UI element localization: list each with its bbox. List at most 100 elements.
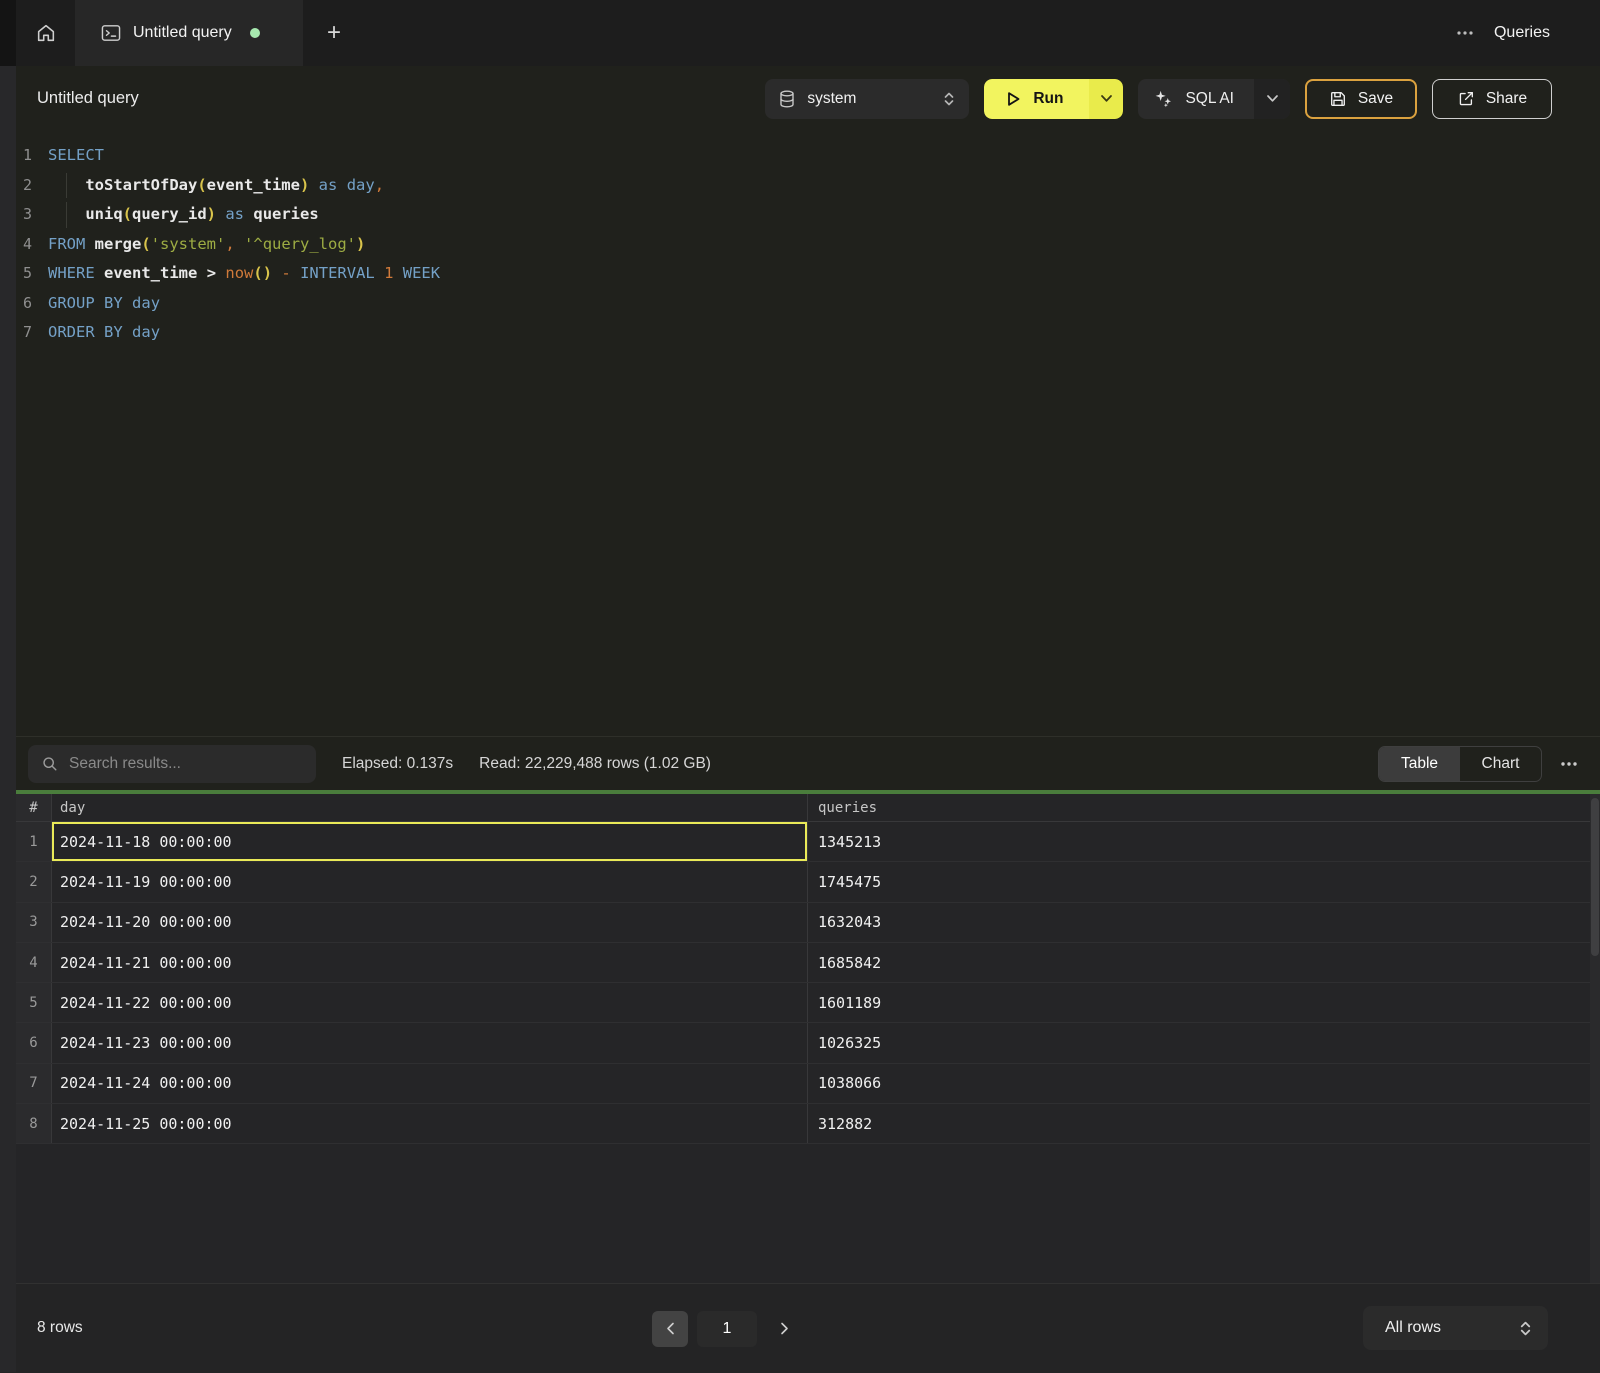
unsaved-changes-dot	[250, 28, 260, 38]
code-text: SELECT	[48, 141, 104, 171]
search-results-input[interactable]	[69, 755, 302, 773]
save-button-label: Save	[1358, 90, 1393, 108]
results-table: # day queries 12024-11-18 00:00:00134521…	[0, 794, 1600, 1283]
next-page-button[interactable]	[766, 1311, 802, 1347]
sql-ai-options-button[interactable]	[1254, 79, 1290, 119]
run-options-button[interactable]	[1089, 79, 1123, 119]
cell-queries[interactable]: 1685842	[808, 943, 1600, 982]
column-header-queries[interactable]: queries	[808, 794, 1600, 821]
page-title: Untitled query	[37, 89, 139, 108]
cell-queries[interactable]: 1345213	[808, 822, 1600, 861]
elapsed-stat: Elapsed: 0.137s	[342, 755, 453, 773]
queries-panel-toggle[interactable]: Queries	[1494, 24, 1550, 42]
indent-guide	[66, 173, 67, 199]
cell-queries[interactable]: 1038066	[808, 1064, 1600, 1103]
cell-day[interactable]: 2024-11-19 00:00:00	[52, 862, 808, 901]
code-text: FROM merge('system', '^query_log')	[48, 230, 365, 260]
code-text: GROUP BY day	[48, 289, 160, 319]
code-line[interactable]: 1SELECT	[0, 141, 1600, 171]
view-toggle: TableChart	[1378, 746, 1542, 782]
database-select-value: system	[807, 90, 856, 108]
top-tab-bar: Untitled query + Queries	[0, 0, 1600, 66]
indent-guide	[66, 202, 67, 228]
tab-title: Untitled query	[133, 24, 232, 42]
results-toolbar: Elapsed: 0.137s Read: 22,229,488 rows (1…	[0, 736, 1600, 790]
view-tab-chart[interactable]: Chart	[1460, 747, 1541, 781]
sql-ai-button-label: SQL AI	[1185, 90, 1234, 108]
table-row[interactable]: 22024-11-19 00:00:001745475	[0, 862, 1600, 902]
scrollbar-thumb[interactable]	[1591, 798, 1599, 956]
read-stat: Read: 22,229,488 rows (1.02 GB)	[479, 755, 711, 773]
code-line[interactable]: 2 toStartOfDay(event_time) as day,	[0, 171, 1600, 201]
vertical-scrollbar[interactable]	[1590, 794, 1600, 1283]
topbar-ellipsis-icon[interactable]	[1456, 30, 1474, 36]
cell-day-selected[interactable]: 2024-11-18 00:00:00	[52, 822, 808, 861]
table-header-row: # day queries	[0, 794, 1600, 822]
database-icon	[779, 90, 795, 108]
left-rail-notch	[0, 0, 16, 66]
previous-page-button[interactable]	[652, 1311, 688, 1347]
select-updown-icon	[1519, 1320, 1532, 1337]
cell-queries[interactable]: 1632043	[808, 903, 1600, 942]
table-row[interactable]: 32024-11-20 00:00:001632043	[0, 903, 1600, 943]
row-count: 8 rows	[37, 1319, 83, 1337]
code-line[interactable]: 5WHERE event_time > now() - INTERVAL 1 W…	[0, 259, 1600, 289]
chevron-left-icon	[666, 1322, 675, 1335]
run-button-label: Run	[1033, 90, 1063, 108]
sql-editor[interactable]: 1SELECT2 toStartOfDay(event_time) as day…	[0, 131, 1600, 736]
view-tab-table[interactable]: Table	[1379, 747, 1460, 781]
share-icon	[1457, 90, 1475, 108]
code-text: ORDER BY day	[48, 318, 160, 348]
table-row[interactable]: 52024-11-22 00:00:001601189	[0, 983, 1600, 1023]
cell-queries[interactable]: 1601189	[808, 983, 1600, 1022]
tab-untitled-query[interactable]: Untitled query	[75, 0, 303, 66]
chevron-right-icon	[780, 1322, 789, 1335]
code-text: uniq(query_id) as queries	[48, 200, 319, 230]
code-line[interactable]: 6GROUP BY day	[0, 289, 1600, 319]
table-row[interactable]: 62024-11-23 00:00:001026325	[0, 1023, 1600, 1063]
code-line[interactable]: 4FROM merge('system', '^query_log')	[0, 230, 1600, 260]
cell-queries[interactable]: 312882	[808, 1104, 1600, 1143]
code-line[interactable]: 3 uniq(query_id) as queries	[0, 200, 1600, 230]
search-icon	[42, 756, 58, 772]
column-header-day[interactable]: day	[52, 794, 808, 821]
home-icon	[35, 22, 57, 44]
save-button[interactable]: Save	[1305, 79, 1417, 119]
table-row[interactable]: 82024-11-25 00:00:00312882	[0, 1104, 1600, 1144]
play-icon	[1006, 91, 1021, 107]
cell-day[interactable]: 2024-11-20 00:00:00	[52, 903, 808, 942]
table-row[interactable]: 42024-11-21 00:00:001685842	[0, 943, 1600, 983]
cell-day[interactable]: 2024-11-23 00:00:00	[52, 1023, 808, 1062]
home-button[interactable]	[16, 0, 75, 66]
run-button[interactable]: Run	[984, 79, 1089, 119]
page-size-value: All rows	[1385, 1319, 1441, 1337]
terminal-icon	[101, 24, 121, 42]
cell-queries[interactable]: 1026325	[808, 1023, 1600, 1062]
save-icon	[1329, 90, 1347, 108]
cell-queries[interactable]: 1745475	[808, 862, 1600, 901]
left-rail	[0, 66, 16, 1372]
cell-day[interactable]: 2024-11-21 00:00:00	[52, 943, 808, 982]
code-text: WHERE event_time > now() - INTERVAL 1 WE…	[48, 259, 440, 289]
table-row[interactable]: 72024-11-24 00:00:001038066	[0, 1064, 1600, 1104]
cell-day[interactable]: 2024-11-22 00:00:00	[52, 983, 808, 1022]
sparkles-icon	[1154, 89, 1173, 108]
select-updown-icon	[943, 91, 955, 107]
share-button-label: Share	[1486, 90, 1527, 108]
new-tab-button[interactable]: +	[303, 0, 365, 66]
share-button[interactable]: Share	[1432, 79, 1552, 119]
pagination: 1	[652, 1284, 802, 1373]
search-results-box[interactable]	[28, 745, 316, 783]
run-split-button: Run	[984, 79, 1123, 119]
page-number-button[interactable]: 1	[697, 1311, 757, 1347]
page-size-select[interactable]: All rows	[1363, 1306, 1548, 1350]
database-select[interactable]: system	[765, 79, 969, 119]
cell-day[interactable]: 2024-11-25 00:00:00	[52, 1104, 808, 1143]
results-ellipsis-icon[interactable]	[1560, 761, 1578, 767]
code-lines: 1SELECT2 toStartOfDay(event_time) as day…	[0, 141, 1600, 348]
sql-ai-split-button: SQL AI	[1138, 79, 1290, 119]
sql-ai-button[interactable]: SQL AI	[1138, 79, 1254, 119]
table-row[interactable]: 12024-11-18 00:00:001345213	[0, 822, 1600, 862]
cell-day[interactable]: 2024-11-24 00:00:00	[52, 1064, 808, 1103]
code-line[interactable]: 7ORDER BY day	[0, 318, 1600, 348]
